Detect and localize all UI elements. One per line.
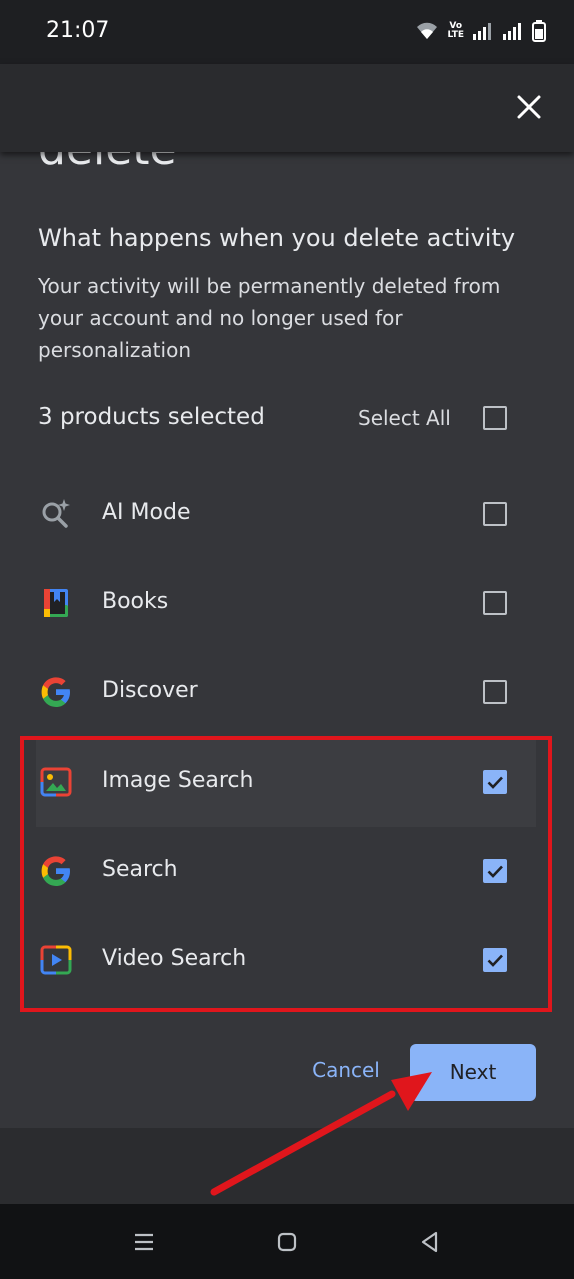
signal-icon: [473, 23, 491, 40]
product-row-search[interactable]: Search: [0, 827, 574, 916]
product-checkbox[interactable]: [483, 680, 507, 704]
select-all-label[interactable]: Select All: [358, 406, 451, 430]
select-all-checkbox[interactable]: [483, 406, 507, 430]
next-button[interactable]: Next: [410, 1044, 536, 1101]
battery-icon: [532, 20, 546, 42]
google-icon: [41, 677, 70, 707]
video-search-icon: [40, 945, 72, 975]
product-checkbox[interactable]: [483, 948, 507, 972]
product-row-image-search[interactable]: Image Search: [36, 738, 536, 827]
selected-count: 3 products selected: [38, 404, 265, 430]
product-label: Search: [102, 857, 178, 882]
wifi-icon: [417, 22, 438, 39]
signal-icon: [503, 23, 521, 40]
sheet-content[interactable]: delete What happens when you delete acti…: [0, 152, 574, 1128]
cancel-button[interactable]: Cancel: [300, 1048, 392, 1092]
section-description: Your activity will be permanently delete…: [38, 274, 501, 362]
product-checkbox[interactable]: [483, 770, 507, 794]
image-search-icon: [40, 767, 72, 797]
status-time: 21:07: [46, 18, 110, 43]
checkmark-icon: [487, 865, 503, 878]
product-label: Books: [102, 589, 169, 614]
page-title: delete: [38, 152, 177, 175]
product-label: Video Search: [102, 946, 247, 971]
product-label: Discover: [102, 678, 198, 703]
product-row-discover[interactable]: Discover: [0, 648, 574, 737]
section-title: What happens when you delete activity: [38, 224, 516, 252]
back-icon[interactable]: [416, 1228, 444, 1256]
sheet-header: [0, 64, 574, 152]
status-icons: Vo LTE: [415, 18, 546, 44]
navigation-bar: [0, 1204, 574, 1279]
books-icon: [44, 589, 68, 617]
status-bar: 21:07 Vo LTE: [0, 0, 574, 64]
product-row-ai-mode[interactable]: AI Mode: [0, 470, 574, 559]
product-label: Image Search: [102, 768, 254, 793]
menu-icon[interactable]: [130, 1228, 158, 1256]
product-checkbox[interactable]: [483, 591, 507, 615]
product-label: AI Mode: [102, 500, 191, 525]
close-button[interactable]: [514, 92, 544, 122]
volte-icon: Vo LTE: [447, 21, 464, 40]
home-icon[interactable]: [273, 1228, 301, 1256]
product-row-books[interactable]: Books: [0, 559, 574, 648]
ai-mode-icon: [42, 499, 70, 528]
google-icon: [41, 856, 70, 886]
product-checkbox[interactable]: [483, 859, 507, 883]
product-row-video-search[interactable]: Video Search: [0, 916, 574, 1005]
checkmark-icon: [487, 776, 503, 789]
close-icon: [517, 95, 541, 119]
checkmark-icon: [487, 954, 503, 967]
footer-strip: [0, 1128, 574, 1204]
product-checkbox[interactable]: [483, 502, 507, 526]
